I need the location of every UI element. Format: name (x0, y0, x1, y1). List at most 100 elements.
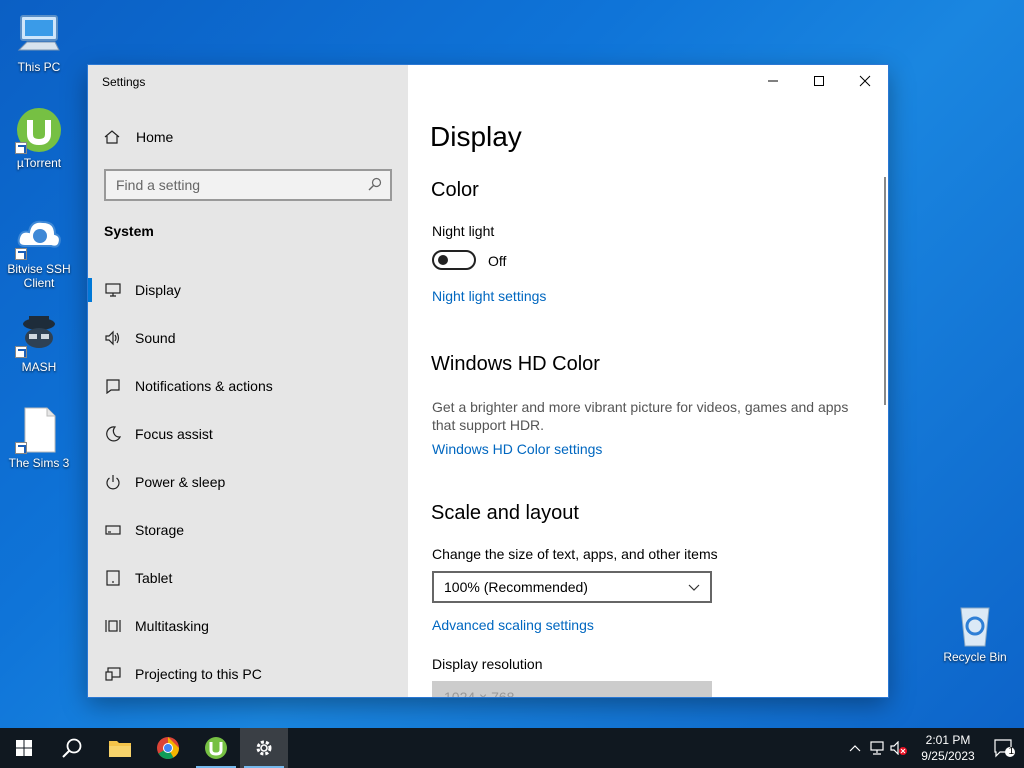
caption-buttons (750, 65, 888, 97)
taskbar-utorrent[interactable] (192, 728, 240, 768)
maximize-icon (814, 76, 824, 86)
sidebar-nav: Display Sound Notifications & actions Fo… (88, 266, 408, 697)
tablet-icon (104, 569, 122, 587)
home-icon (104, 129, 120, 145)
moon-icon (104, 425, 122, 443)
sidebar: Settings Home Find a setting System Disp… (88, 65, 408, 697)
storage-icon (104, 521, 122, 539)
sidebar-item-sound[interactable]: Sound (88, 314, 408, 362)
action-center-button[interactable]: 1 (986, 738, 1024, 758)
search-button[interactable] (48, 728, 96, 768)
maximize-button[interactable] (796, 65, 842, 97)
resolution-dropdown[interactable]: 1024 × 768 (432, 681, 712, 697)
scale-dropdown-value: 100% (Recommended) (444, 579, 588, 595)
night-light-settings-link[interactable]: Night light settings (432, 288, 546, 304)
close-button[interactable] (842, 65, 888, 97)
multitasking-icon (104, 617, 122, 635)
shortcut-arrow-icon (15, 142, 27, 154)
section-label: System (104, 223, 154, 239)
search-placeholder: Find a setting (116, 177, 201, 193)
clock-time: 2:01 PM (925, 733, 971, 747)
desktop-icon-mash[interactable]: MASH (0, 310, 78, 374)
sidebar-item-power-sleep[interactable]: Power & sleep (88, 458, 408, 506)
chevron-up-icon[interactable] (844, 744, 866, 752)
shortcut-arrow-icon (15, 442, 27, 454)
speaker-icon (104, 329, 122, 347)
shortcut-arrow-icon (15, 248, 27, 260)
utorrent-icon (205, 737, 227, 759)
desktop-icon-label: Bitvise SSH Client (7, 262, 71, 290)
color-heading: Color (431, 179, 479, 201)
sidebar-item-display[interactable]: Display (88, 266, 408, 314)
desktop-icon-utorrent[interactable]: µTorrent (0, 106, 78, 170)
desktop-icon-label: The Sims 3 (8, 456, 70, 470)
sidebar-item-label: Display (135, 282, 181, 298)
desktop-icon-this-pc[interactable]: This PC (0, 10, 78, 74)
gear-icon (256, 740, 272, 756)
night-light-toggle[interactable] (432, 250, 476, 270)
sidebar-item-home[interactable]: Home (88, 117, 408, 157)
sidebar-item-focus-assist[interactable]: Focus assist (88, 410, 408, 458)
night-light-label: Night light (432, 223, 495, 239)
sidebar-item-tablet[interactable]: Tablet (88, 554, 408, 602)
hd-color-settings-link[interactable]: Windows HD Color settings (432, 441, 602, 457)
desktop-icon-bitvise[interactable]: Bitvise SSH Client (0, 212, 78, 290)
search-input[interactable]: Find a setting (104, 169, 392, 201)
sidebar-item-label: Notifications & actions (135, 378, 273, 394)
advanced-scaling-link[interactable]: Advanced scaling settings (432, 617, 594, 633)
taskbar-file-explorer[interactable] (96, 728, 144, 768)
settings-window: Settings Home Find a setting System Disp… (88, 65, 888, 697)
sidebar-item-label: Multitasking (135, 618, 209, 634)
resolution-dropdown-value: 1024 × 768 (444, 689, 515, 697)
scale-dropdown[interactable]: 100% (Recommended) (432, 571, 712, 603)
window-title: Settings (102, 75, 146, 89)
notification-count: 1 (1008, 746, 1014, 757)
sidebar-item-label: Focus assist (135, 426, 213, 442)
sidebar-item-label: Storage (135, 522, 185, 538)
close-icon (859, 75, 871, 87)
scrollbar[interactable] (884, 177, 886, 405)
scale-size-label: Change the size of text, apps, and other… (432, 546, 718, 562)
sidebar-item-notifications[interactable]: Notifications & actions (88, 362, 408, 410)
clock-date: 9/25/2023 (921, 749, 975, 763)
volume-muted-icon[interactable] (888, 741, 910, 755)
sidebar-item-label: Tablet (135, 570, 173, 586)
taskbar-chrome[interactable] (144, 728, 192, 768)
sidebar-item-projecting[interactable]: Projecting to this PC (88, 650, 408, 697)
utorrent-icon (15, 106, 63, 154)
desktop-icon-label: Recycle Bin (943, 650, 1007, 664)
recycle-bin-icon (951, 600, 999, 648)
monitor-icon (104, 281, 122, 299)
desktop-icon-the-sims-3[interactable]: The Sims 3 (0, 406, 78, 470)
minimize-button[interactable] (750, 65, 796, 97)
sidebar-item-storage[interactable]: Storage (88, 506, 408, 554)
hd-color-heading: Windows HD Color (431, 353, 600, 375)
night-light-state: Off (488, 253, 507, 269)
start-button[interactable] (0, 728, 48, 768)
scale-heading: Scale and layout (431, 502, 579, 524)
notification-icon (104, 377, 122, 395)
folder-icon (109, 741, 131, 757)
bitvise-icon (15, 212, 63, 260)
clock[interactable]: 2:01 PM 9/25/2023 (910, 732, 986, 764)
page-title: Display (430, 121, 522, 152)
sidebar-item-multitasking[interactable]: Multitasking (88, 602, 408, 650)
hd-color-description: Get a brighter and more vibrant picture … (432, 399, 849, 433)
chevron-down-icon (688, 579, 700, 595)
desktop-icon-label: µTorrent (16, 156, 62, 170)
windows-logo-icon (16, 740, 32, 756)
sidebar-item-label: Projecting to this PC (135, 666, 262, 682)
taskbar-settings[interactable] (240, 728, 288, 768)
network-icon[interactable] (866, 741, 888, 755)
power-icon (104, 473, 122, 491)
desktop-icon-recycle-bin[interactable]: Recycle Bin (936, 600, 1014, 664)
taskbar: 2:01 PM 9/25/2023 1 (0, 728, 1024, 768)
minimize-icon (768, 80, 778, 82)
sidebar-item-label: Power & sleep (135, 474, 226, 490)
search-icon (368, 177, 382, 194)
chrome-icon (157, 737, 179, 759)
resolution-label: Display resolution (432, 656, 543, 672)
file-icon (15, 406, 63, 454)
computer-icon (15, 10, 63, 58)
projector-icon (104, 665, 122, 683)
